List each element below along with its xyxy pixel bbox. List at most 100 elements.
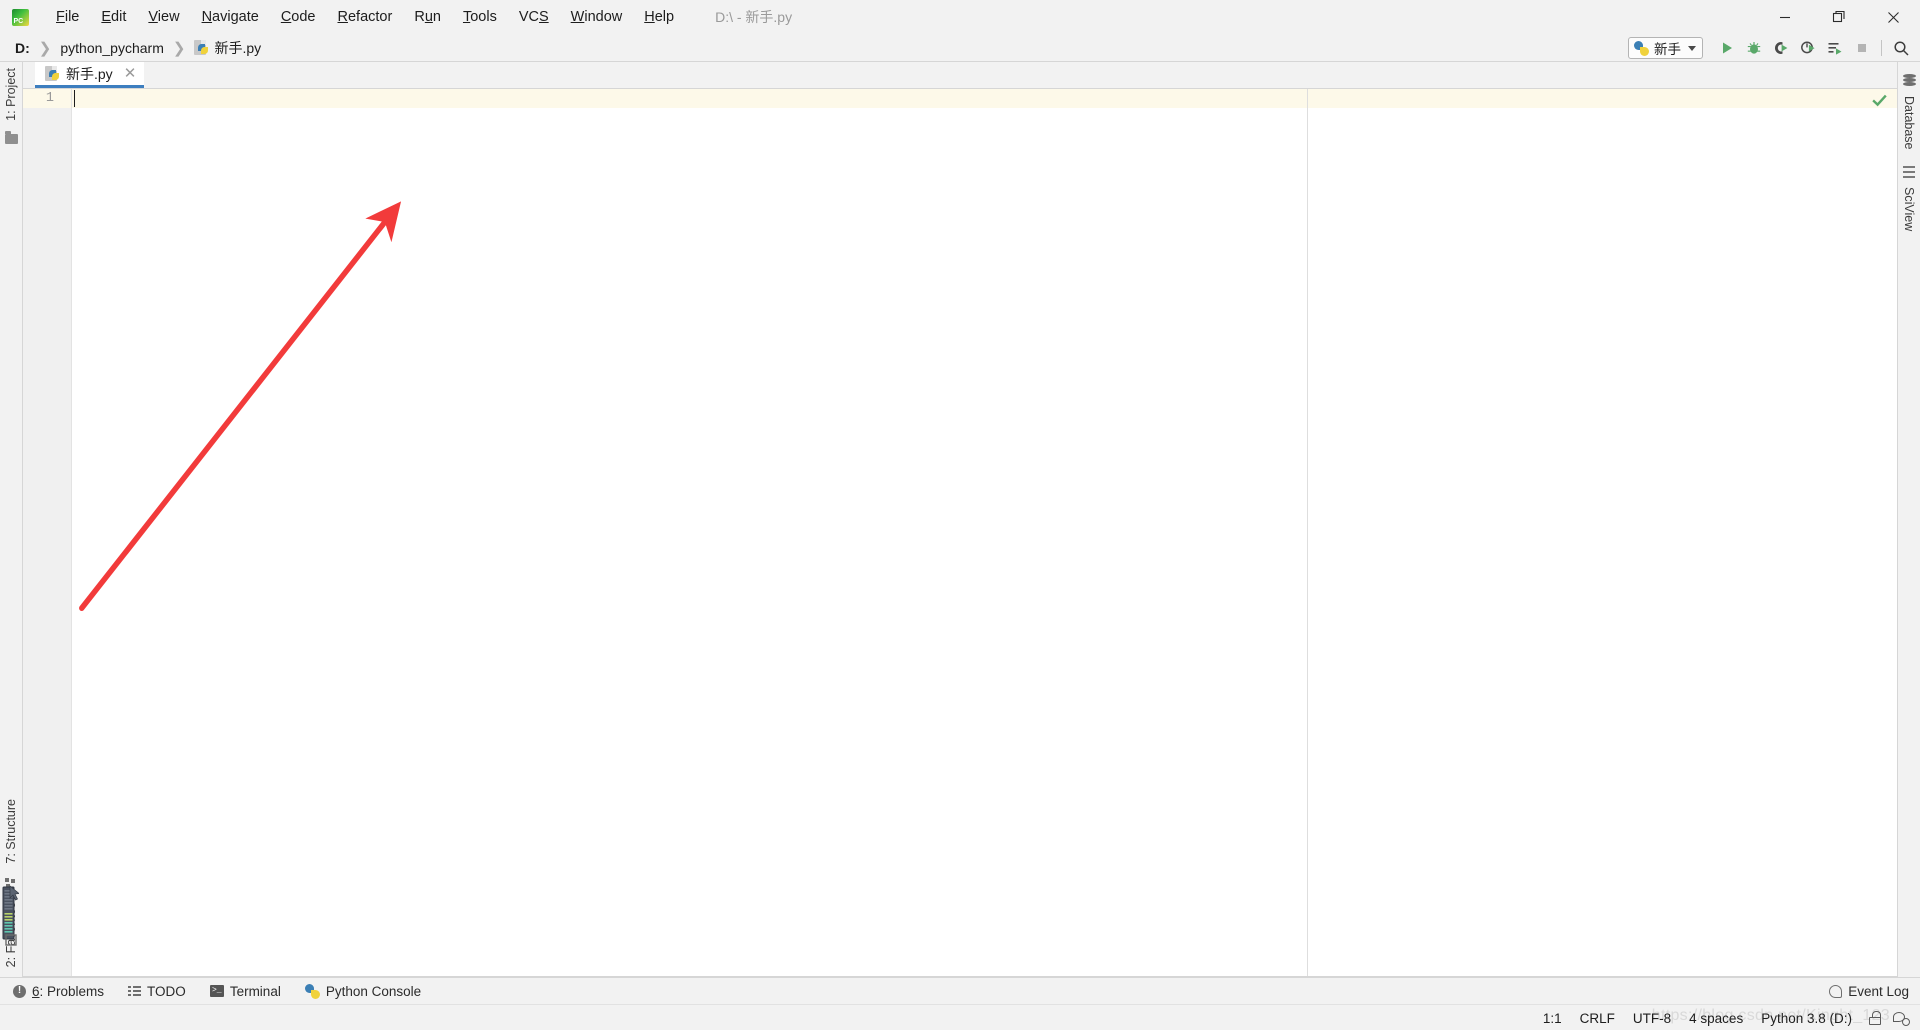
structure-icon	[5, 877, 17, 888]
chevron-down-icon	[1688, 45, 1696, 51]
sidebar-item-label: 1: Project	[4, 68, 18, 121]
sidebar-item-sciview[interactable]: SciView	[1898, 181, 1920, 237]
navigation-bar: D: ❯ python_pycharm ❯ 新手.py 新手	[0, 34, 1920, 62]
run-configuration-selector[interactable]: 新手	[1628, 37, 1703, 59]
python-file-icon	[45, 65, 60, 82]
breadcrumb-item-drive[interactable]: D:	[11, 39, 34, 57]
toolbar-divider	[1881, 40, 1882, 56]
tool-window-todo[interactable]: TODO	[117, 981, 197, 1002]
tool-window-problems[interactable]: ! 6: Problems	[2, 981, 115, 1002]
text-caret	[74, 90, 75, 107]
sidebar-item-label: 7: Structure	[4, 799, 18, 864]
run-coverage-button[interactable]	[1768, 35, 1794, 61]
editor-tab-label: 新手.py	[66, 65, 113, 82]
menu-item-code[interactable]: Code	[270, 6, 327, 28]
breadcrumb-label: D:	[15, 39, 30, 56]
restore-button[interactable]	[1812, 0, 1866, 34]
code-editor[interactable]	[72, 89, 1897, 976]
event-log-icon	[1829, 985, 1843, 998]
sidebar-item-structure[interactable]: 7: Structure	[0, 793, 22, 870]
run-toolbar: 新手	[1628, 34, 1914, 62]
breadcrumb-label: python_pycharm	[60, 39, 164, 56]
stop-button[interactable]	[1849, 35, 1875, 61]
menu-item-refactor[interactable]: Refactor	[327, 6, 404, 28]
menu-bar: FFileile Edit View Navigate Code Refacto…	[45, 0, 685, 34]
annotation-arrow	[79, 201, 402, 612]
status-bar: https://blog.csdn.net/Kinght_123 1:1 CRL…	[0, 1004, 1920, 1030]
bottom-tool-window-bar: ! 6: Problems TODO >_ Terminal Python Co…	[0, 977, 1920, 1004]
breadcrumb-item-file[interactable]: 新手.py	[190, 37, 265, 59]
caret-position[interactable]: 1:1	[1534, 1009, 1571, 1028]
search-icon	[1893, 40, 1909, 56]
inspection-status-widget[interactable]	[1871, 92, 1888, 109]
list-icon	[128, 985, 142, 997]
file-encoding[interactable]: UTF-8	[1624, 1009, 1680, 1028]
sidebar-item-label: SciView	[1902, 186, 1916, 231]
line-separator[interactable]: CRLF	[1571, 1009, 1624, 1028]
editor-tab-xinshou[interactable]: 新手.py ✕	[35, 62, 145, 88]
play-icon	[1723, 42, 1732, 54]
event-log-label: Event Log	[1848, 984, 1909, 999]
menu-item-edit[interactable]: Edit	[90, 6, 137, 28]
sidebar-item-project[interactable]: 1: Project	[0, 62, 22, 127]
window-controls	[1758, 0, 1920, 34]
run-to-console-button[interactable]	[1822, 35, 1848, 61]
sidebar-item-database[interactable]: Database	[1898, 90, 1920, 156]
warning-circle-icon: !	[13, 984, 26, 998]
bug-icon	[1747, 42, 1761, 54]
indent-setting[interactable]: 4 spaces	[1680, 1009, 1752, 1028]
search-everywhere-button[interactable]	[1888, 35, 1914, 61]
stop-icon	[1858, 44, 1866, 52]
python-interpreter[interactable]: Python 3.8 (D:)	[1752, 1009, 1861, 1028]
menu-item-view[interactable]: View	[137, 6, 190, 28]
profile-button[interactable]	[1795, 35, 1821, 61]
tool-window-label: Terminal	[229, 983, 281, 999]
chevron-right-icon: ❯	[172, 39, 186, 57]
status-bar-right: 1:1 CRLF UTF-8 4 spaces Python 3.8 (D:)	[1534, 1005, 1912, 1030]
menu-item-help[interactable]: Help	[633, 6, 685, 28]
menu-item-window[interactable]: Window	[560, 6, 634, 28]
close-icon	[1887, 11, 1899, 23]
sidebar-item-favorites[interactable]: 2: Favorites	[0, 896, 22, 973]
menu-item-tools[interactable]: Tools	[452, 6, 508, 28]
pycharm-logo-icon	[3, 0, 37, 34]
right-tool-strip: Database SciView	[1897, 62, 1920, 977]
main-body: 1: Project 7: Structure 2: Favorites 新手.…	[0, 62, 1920, 977]
menu-item-navigate[interactable]: Navigate	[191, 6, 270, 28]
python-icon	[1634, 40, 1649, 56]
folder-icon	[4, 130, 18, 144]
close-tab-icon[interactable]: ✕	[123, 66, 138, 81]
window-title: D:\ - 新手.py	[715, 9, 793, 25]
terminal-icon: >_	[209, 985, 224, 997]
editor-column: 新手.py ✕ 1	[23, 62, 1897, 977]
run-configuration-label: 新手	[1654, 42, 1681, 57]
tool-window-label: Python Console	[325, 983, 422, 999]
pycharm-window: FFileile Edit View Navigate Code Refacto…	[0, 0, 1920, 1030]
database-icon	[1902, 74, 1916, 87]
lock-open-icon[interactable]	[1869, 1011, 1881, 1025]
tool-window-terminal[interactable]: >_ Terminal	[199, 981, 292, 1002]
checkmark-icon	[1872, 94, 1887, 107]
breadcrumb: D: ❯ python_pycharm ❯ 新手.py	[11, 37, 265, 59]
event-log-button[interactable]: Event Log	[1829, 978, 1909, 1005]
editor-tabs-bar: 新手.py ✕	[23, 62, 1897, 89]
breadcrumb-item-project[interactable]: python_pycharm	[56, 39, 168, 57]
menu-item-file[interactable]: FFileile	[45, 6, 90, 28]
run-button[interactable]	[1714, 35, 1740, 61]
editor-area: 1	[23, 89, 1897, 977]
editor-gutter[interactable]: 1	[23, 89, 72, 976]
sidebar-item-label: Database	[1902, 96, 1916, 150]
sidebar-item-label: 2: Favorites	[4, 901, 18, 967]
title-bar: FFileile Edit View Navigate Code Refacto…	[0, 0, 1920, 34]
left-tool-strip: 1: Project 7: Structure 2: Favorites	[0, 62, 23, 977]
right-margin-guide	[1307, 89, 1308, 976]
minimize-button[interactable]	[1758, 0, 1812, 34]
tool-window-python-console[interactable]: Python Console	[294, 981, 432, 1002]
menu-item-run[interactable]: Run	[403, 6, 452, 28]
active-line-highlight	[72, 89, 1897, 108]
menu-item-vcs[interactable]: VCS	[508, 6, 560, 28]
debug-button[interactable]	[1741, 35, 1767, 61]
profile-icon	[1801, 41, 1815, 54]
close-button[interactable]	[1866, 0, 1920, 34]
gear-icon[interactable]	[1893, 1010, 1910, 1026]
